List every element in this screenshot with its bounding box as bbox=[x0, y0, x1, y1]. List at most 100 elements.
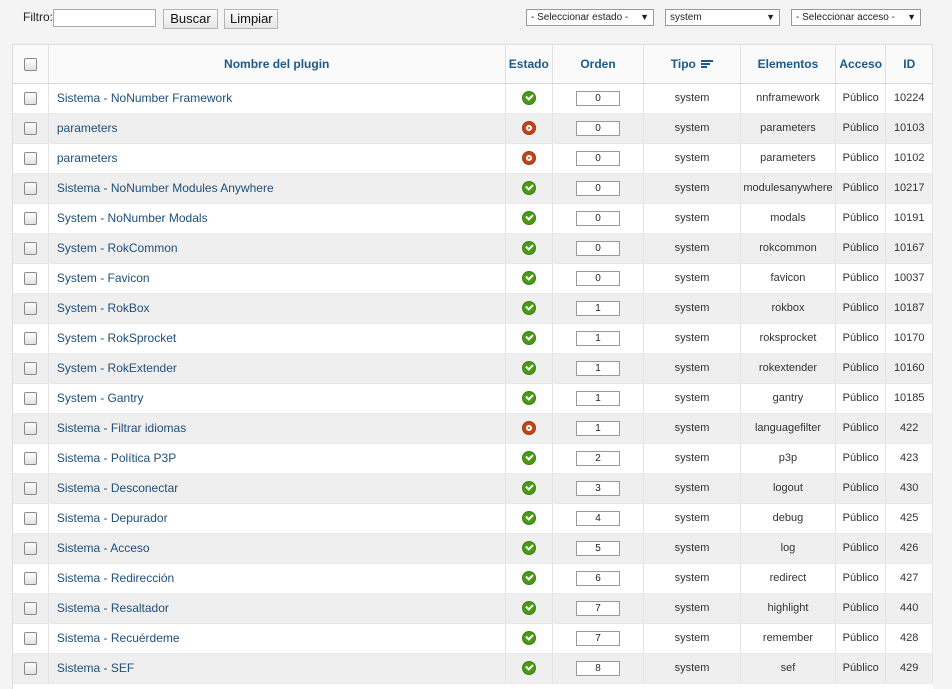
plugin-name-link[interactable]: Sistema - NoNumber Framework bbox=[48, 83, 506, 114]
row-checkbox[interactable] bbox=[23, 331, 37, 345]
enabled-check-icon[interactable] bbox=[521, 211, 536, 225]
access-select[interactable]: - Seleccionar acceso - ▼ bbox=[791, 9, 921, 26]
row-checkbox[interactable] bbox=[23, 271, 37, 285]
order-input[interactable]: 1 bbox=[576, 390, 621, 406]
enabled-check-icon[interactable] bbox=[521, 541, 536, 555]
id-cell: 10191 bbox=[885, 203, 933, 234]
column-header-state[interactable]: Estado bbox=[505, 45, 554, 84]
row-checkbox[interactable] bbox=[23, 181, 37, 195]
enabled-check-icon[interactable] bbox=[521, 511, 536, 525]
plugin-name-link[interactable]: Sistema - Recuérdeme bbox=[48, 623, 506, 654]
enabled-check-icon[interactable] bbox=[521, 661, 536, 675]
plugin-name-link[interactable]: Sistema - Acceso bbox=[48, 533, 506, 564]
row-checkbox[interactable] bbox=[23, 361, 37, 375]
id-cell: 426 bbox=[885, 533, 933, 564]
select-all-checkbox[interactable] bbox=[23, 57, 37, 71]
enabled-check-icon[interactable] bbox=[521, 571, 536, 585]
enabled-check-icon[interactable] bbox=[521, 271, 536, 285]
row-checkbox[interactable] bbox=[23, 631, 37, 645]
plugin-name-link[interactable]: Sistema - NoNumber Modules Anywhere bbox=[48, 173, 506, 204]
order-input[interactable]: 0 bbox=[576, 150, 621, 166]
plugin-name-link[interactable]: Sistema - Redirección bbox=[48, 563, 506, 594]
disabled-icon[interactable] bbox=[521, 151, 536, 165]
row-checkbox[interactable] bbox=[23, 211, 37, 225]
enabled-check-icon[interactable] bbox=[521, 391, 536, 405]
order-input[interactable]: 8 bbox=[576, 660, 621, 676]
plugin-name-link[interactable]: System - NoNumber Modals bbox=[48, 203, 506, 234]
enabled-check-icon[interactable] bbox=[521, 601, 536, 615]
plugin-name-link[interactable]: Sistema - Depurador bbox=[48, 503, 506, 534]
row-checkbox[interactable] bbox=[23, 511, 37, 525]
disabled-icon[interactable] bbox=[521, 421, 536, 435]
enabled-check-icon[interactable] bbox=[521, 361, 536, 375]
order-input[interactable]: 6 bbox=[576, 570, 621, 586]
plugin-name-link[interactable]: System - RokBox bbox=[48, 293, 506, 324]
type-select[interactable]: system ▼ bbox=[665, 9, 780, 26]
state-select[interactable]: - Seleccionar estado - ▼ bbox=[526, 9, 654, 26]
row-checkbox[interactable] bbox=[23, 481, 37, 495]
enabled-check-icon[interactable] bbox=[521, 481, 536, 495]
column-header-access[interactable]: Acceso bbox=[835, 45, 887, 84]
enabled-check-icon[interactable] bbox=[521, 91, 536, 105]
plugin-name-link[interactable]: Sistema - Desconectar bbox=[48, 473, 506, 504]
order-input[interactable]: 0 bbox=[576, 270, 621, 286]
column-header-id[interactable]: ID bbox=[885, 45, 933, 84]
row-checkbox[interactable] bbox=[23, 391, 37, 405]
enabled-check-icon[interactable] bbox=[521, 631, 536, 645]
type-cell: system bbox=[643, 443, 741, 474]
plugin-name-link[interactable]: Sistema - Resaltador bbox=[48, 593, 506, 624]
order-input[interactable]: 1 bbox=[576, 360, 621, 376]
plugin-name-link[interactable]: parameters bbox=[48, 113, 506, 144]
row-checkbox[interactable] bbox=[23, 121, 37, 135]
plugin-name-link[interactable]: System - Gantry bbox=[48, 383, 506, 414]
row-select-cell bbox=[13, 173, 49, 204]
column-header-name[interactable]: Nombre del plugin bbox=[48, 45, 506, 84]
enabled-check-icon[interactable] bbox=[521, 241, 536, 255]
row-checkbox[interactable] bbox=[23, 541, 37, 555]
order-input[interactable]: 0 bbox=[576, 210, 621, 226]
row-checkbox[interactable] bbox=[23, 661, 37, 675]
order-input[interactable]: 0 bbox=[576, 90, 621, 106]
enabled-check-icon[interactable] bbox=[521, 301, 536, 315]
plugin-name-link[interactable]: Sistema - SEF bbox=[48, 653, 506, 684]
chevron-down-icon: ▼ bbox=[907, 12, 916, 22]
enabled-check-icon[interactable] bbox=[521, 181, 536, 195]
plugin-name-link[interactable]: System - RokSprocket bbox=[48, 323, 506, 354]
enabled-check-icon[interactable] bbox=[521, 451, 536, 465]
row-checkbox[interactable] bbox=[23, 301, 37, 315]
clear-button[interactable]: Limpiar bbox=[224, 9, 278, 29]
order-input[interactable]: 2 bbox=[576, 450, 621, 466]
order-input[interactable]: 7 bbox=[576, 630, 621, 646]
plugin-name-link[interactable]: System - Favicon bbox=[48, 263, 506, 294]
enabled-check-icon[interactable] bbox=[521, 331, 536, 345]
order-input[interactable]: 4 bbox=[576, 510, 621, 526]
order-input[interactable]: 5 bbox=[576, 540, 621, 556]
order-input[interactable]: 1 bbox=[576, 330, 621, 346]
order-input[interactable]: 0 bbox=[576, 120, 621, 136]
row-checkbox[interactable] bbox=[23, 451, 37, 465]
plugin-name-link[interactable]: System - RokCommon bbox=[48, 233, 506, 264]
search-button[interactable]: Buscar bbox=[163, 9, 218, 29]
order-input[interactable]: 0 bbox=[576, 240, 621, 256]
plugin-name-link[interactable]: Sistema - Filtrar idiomas bbox=[48, 413, 506, 444]
row-checkbox[interactable] bbox=[23, 601, 37, 615]
order-input[interactable]: 7 bbox=[576, 600, 621, 616]
row-checkbox[interactable] bbox=[23, 151, 37, 165]
row-checkbox[interactable] bbox=[23, 91, 37, 105]
order-input[interactable]: 0 bbox=[576, 180, 621, 196]
order-input[interactable]: 1 bbox=[576, 300, 621, 316]
column-header-elements[interactable]: Elementos bbox=[740, 45, 836, 84]
column-header-type[interactable]: Tipo bbox=[643, 45, 741, 84]
plugin-name-link[interactable]: System - RokExtender bbox=[48, 353, 506, 384]
filter-input[interactable] bbox=[53, 9, 156, 27]
plugin-name-link[interactable]: parameters bbox=[48, 143, 506, 174]
plugin-name-link[interactable]: Sistema - Política P3P bbox=[48, 443, 506, 474]
column-header-order[interactable]: Orden bbox=[552, 45, 644, 84]
row-checkbox[interactable] bbox=[23, 571, 37, 585]
order-input[interactable]: 3 bbox=[576, 480, 621, 496]
row-checkbox[interactable] bbox=[23, 241, 37, 255]
row-checkbox[interactable] bbox=[23, 421, 37, 435]
order-input[interactable]: 1 bbox=[576, 420, 621, 436]
disabled-icon[interactable] bbox=[521, 121, 536, 135]
select-all-header[interactable] bbox=[13, 45, 49, 84]
